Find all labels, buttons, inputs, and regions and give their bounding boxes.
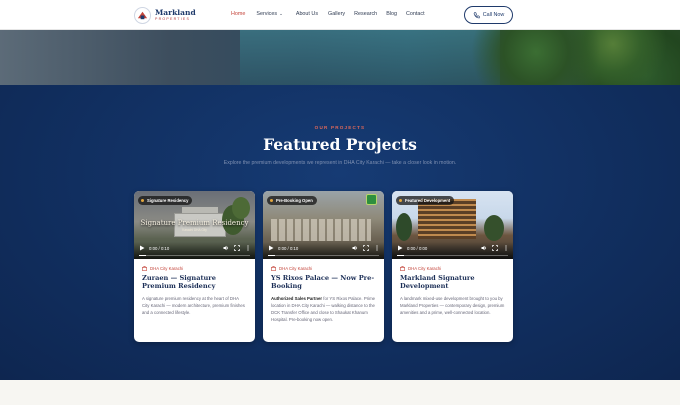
video-time: 0:00 / 0:10 — [278, 245, 299, 251]
tree-image — [484, 215, 504, 241]
card-badge: Featured Development — [396, 196, 455, 205]
card-badge: Pre-Booking Open — [267, 196, 317, 205]
call-now-button[interactable]: Call Now — [464, 6, 513, 24]
card-badge: Signature Residency — [138, 196, 193, 205]
card-location-label: DHA City Karachi — [150, 266, 184, 271]
video-progress-bar[interactable] — [139, 254, 250, 256]
nav-item-blog[interactable]: Blog — [386, 11, 397, 17]
main-menu: Home Services ⌄ About Us Gallery Research… — [231, 11, 425, 17]
card-description: Authorized Sales Partner for YS Rixos Pa… — [271, 295, 376, 324]
hero-pool — [240, 30, 500, 85]
card-location-label: DHA City Karachi — [408, 266, 442, 271]
video-player[interactable]: Featured Development 0:00 / 0:00 — [392, 191, 513, 259]
video-controls: 0:00 / 0:10 — [134, 242, 255, 259]
location-pin-icon — [271, 266, 276, 271]
card-location: DHA City Karachi — [142, 266, 247, 271]
hero-foliage — [470, 30, 680, 85]
card-title[interactable]: YS Rixos Palace — Now Pre-Booking — [271, 274, 376, 291]
card-title[interactable]: Zuraen — Signature Premium Residency — [142, 274, 247, 291]
card-badge-label: Signature Residency — [147, 198, 189, 203]
video-controls: 0:00 / 0:00 — [392, 242, 513, 259]
phone-icon — [473, 11, 480, 18]
video-overlay-title: Signature Premium Residency — [140, 219, 249, 227]
section-title: Featured Projects — [263, 135, 417, 154]
video-controls: 0:00 / 0:10 — [263, 242, 384, 259]
more-options-icon[interactable] — [245, 245, 251, 251]
badge-dot-icon — [270, 199, 273, 202]
nav-item-services-label: Services — [256, 11, 278, 17]
call-now-label: Call Now — [482, 12, 505, 18]
card-description-bold: Authorized Sales Partner — [271, 295, 323, 301]
nav-item-about[interactable]: About Us — [296, 11, 318, 17]
nav-item-contact[interactable]: Contact — [406, 11, 425, 17]
aerial-development-image — [271, 219, 371, 241]
video-progress-bar[interactable] — [268, 254, 379, 256]
fullscreen-icon[interactable] — [234, 245, 240, 251]
card-badge-label: Pre-Booking Open — [276, 198, 313, 203]
nav-item-research[interactable]: Research — [354, 11, 377, 17]
card-badge-label: Featured Development — [405, 198, 451, 203]
nav-item-services[interactable]: Services ⌄ — [256, 11, 282, 17]
more-options-icon[interactable] — [374, 245, 380, 251]
volume-icon[interactable] — [223, 245, 229, 251]
volume-icon[interactable] — [352, 245, 358, 251]
video-player[interactable]: Signature Premium Residency Karachi DHA … — [134, 191, 255, 259]
project-card[interactable]: Signature Premium Residency Karachi DHA … — [134, 191, 255, 342]
badge-dot-icon — [141, 199, 144, 202]
location-pin-icon — [142, 266, 147, 271]
tree-image — [232, 197, 250, 219]
developer-logo-icon — [366, 194, 377, 205]
location-pin-icon — [400, 266, 405, 271]
fullscreen-icon[interactable] — [492, 245, 498, 251]
video-overlay-subtitle: Karachi DHA City — [182, 228, 207, 232]
play-icon[interactable] — [397, 245, 403, 251]
play-icon[interactable] — [268, 245, 274, 251]
logo-subtitle: PROPERTIES — [155, 16, 191, 21]
card-location: DHA City Karachi — [271, 266, 376, 271]
section-subtitle: Explore the premium developments we repr… — [223, 160, 457, 166]
card-location-label: DHA City Karachi — [279, 266, 313, 271]
video-time: 0:00 / 0:10 — [149, 245, 170, 251]
project-card[interactable]: Pre-Booking Open 0:00 / 0:10 DHA City Ka… — [263, 191, 384, 342]
logo-emblem-icon — [134, 7, 151, 24]
nav-item-gallery[interactable]: Gallery — [328, 11, 345, 17]
card-description: A signature premium residency at the hea… — [142, 295, 245, 315]
card-description: A landmark mixed-use development brought… — [400, 295, 505, 315]
video-player[interactable]: Pre-Booking Open 0:00 / 0:10 — [263, 191, 384, 259]
video-time: 0:00 / 0:00 — [407, 245, 428, 251]
chevron-down-icon: ⌄ — [279, 11, 283, 16]
badge-dot-icon — [399, 199, 402, 202]
volume-icon[interactable] — [481, 245, 487, 251]
nav-item-home[interactable]: Home — [231, 11, 245, 17]
hero-image — [0, 30, 680, 85]
project-card[interactable]: Featured Development 0:00 / 0:00 DHA Cit… — [392, 191, 513, 342]
tree-image — [396, 213, 412, 241]
play-icon[interactable] — [139, 245, 145, 251]
logo-name: Markland — [155, 8, 196, 18]
card-location: DHA City Karachi — [400, 266, 505, 271]
section-eyebrow: OUR PROJECTS — [314, 125, 366, 130]
top-nav: Markland PROPERTIES Home Services ⌄ About… — [0, 0, 680, 30]
tower-image — [418, 199, 476, 239]
featured-projects-section: OUR PROJECTS Featured Projects Explore t… — [0, 85, 680, 380]
more-options-icon[interactable] — [503, 245, 509, 251]
brand-logo[interactable]: Markland PROPERTIES — [134, 7, 196, 24]
fullscreen-icon[interactable] — [363, 245, 369, 251]
card-title[interactable]: Markland Signature Development — [400, 274, 505, 291]
next-section-strip — [0, 380, 680, 405]
video-progress-bar[interactable] — [397, 254, 508, 256]
